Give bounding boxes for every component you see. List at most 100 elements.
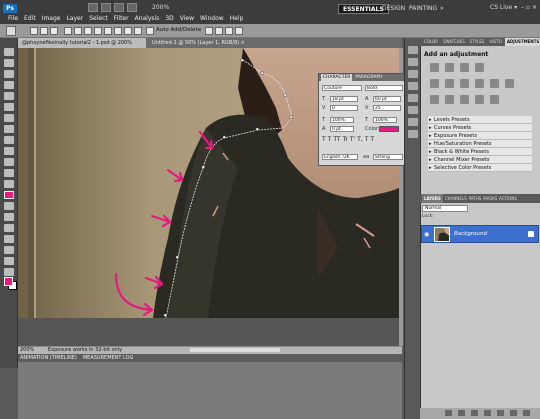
black-white-icon[interactable] bbox=[474, 79, 484, 88]
link-layers-icon[interactable] bbox=[445, 410, 452, 416]
tab-measurement-log[interactable]: MEASUREMENT LOG bbox=[83, 354, 134, 362]
mini-bridge-icon[interactable] bbox=[101, 3, 111, 12]
rounded-rect-shape-icon[interactable] bbox=[94, 27, 102, 35]
hand-tool-icon[interactable] bbox=[4, 257, 14, 265]
tab-character[interactable]: CHARACTER bbox=[321, 74, 353, 81]
fill-pixels-icon[interactable] bbox=[50, 27, 58, 35]
layer-mask-icon[interactable] bbox=[471, 410, 478, 416]
menu-help[interactable]: Help bbox=[230, 15, 244, 22]
font-family-select[interactable]: Couture bbox=[322, 85, 362, 91]
all-caps-button[interactable]: TT bbox=[333, 136, 340, 143]
clone-source-panel-icon[interactable] bbox=[408, 94, 418, 102]
paths-icon[interactable] bbox=[40, 27, 48, 35]
healing-brush-tool-icon[interactable] bbox=[4, 114, 14, 122]
tab-paragraph[interactable]: PARAGRAPH bbox=[355, 74, 382, 81]
language-select[interactable]: English: UK bbox=[322, 154, 358, 160]
selective-color-icon[interactable] bbox=[489, 95, 499, 104]
layer-row-background[interactable]: ◉ Background bbox=[421, 225, 539, 243]
faux-bold-button[interactable]: T bbox=[322, 136, 326, 143]
window-controls[interactable]: – ▫ × bbox=[521, 4, 537, 11]
tab-layers[interactable]: LAYERS bbox=[422, 194, 443, 203]
menu-edit[interactable]: Edit bbox=[24, 15, 36, 22]
preset-black-white[interactable]: Black & White Presets bbox=[428, 148, 532, 156]
font-size-field[interactable]: 18 pt bbox=[330, 96, 358, 102]
vibrance-icon[interactable] bbox=[430, 79, 439, 88]
zoom-level-icon[interactable] bbox=[127, 3, 137, 12]
menu-view[interactable]: View bbox=[180, 15, 194, 22]
freeform-pen-icon[interactable] bbox=[74, 27, 82, 35]
adjustment-layer-icon[interactable] bbox=[484, 410, 491, 416]
marquee-tool-icon[interactable] bbox=[4, 59, 14, 67]
menu-3d[interactable]: 3D bbox=[165, 15, 173, 22]
ellipse-shape-icon[interactable] bbox=[104, 27, 112, 35]
menu-analysis[interactable]: Analysis bbox=[135, 15, 160, 22]
pen-tool-icon[interactable] bbox=[4, 191, 14, 199]
blend-mode-select[interactable]: Normal bbox=[422, 205, 468, 212]
3d-orbit-tool-icon[interactable] bbox=[4, 246, 14, 254]
path-subtract-icon[interactable] bbox=[215, 27, 223, 35]
tab-masks[interactable]: MASKS bbox=[483, 194, 497, 203]
preset-hue-saturation[interactable]: Hue/Saturation Presets bbox=[428, 140, 532, 148]
tab-color[interactable]: COLOR bbox=[422, 38, 440, 46]
new-group-icon[interactable] bbox=[497, 410, 504, 416]
levels-icon[interactable] bbox=[444, 63, 454, 72]
preset-levels[interactable]: Levels Presets bbox=[428, 116, 532, 124]
lasso-tool-icon[interactable] bbox=[4, 70, 14, 78]
preset-channel-mixer[interactable]: Channel Mixer Presets bbox=[428, 156, 532, 164]
menu-image[interactable]: Image bbox=[42, 15, 61, 22]
leading-field[interactable]: 60 pt bbox=[373, 96, 401, 102]
info-panel-icon[interactable] bbox=[408, 70, 418, 78]
bridge-icon[interactable] bbox=[88, 3, 98, 12]
menu-layer[interactable]: Layer bbox=[66, 15, 83, 22]
posterize-icon[interactable] bbox=[444, 95, 454, 104]
exposure-icon[interactable] bbox=[474, 63, 484, 72]
mini-bridge-panel-icon[interactable] bbox=[408, 46, 418, 54]
gradient-map-icon[interactable] bbox=[474, 95, 484, 104]
menu-file[interactable]: File bbox=[8, 15, 18, 22]
cs-live-label[interactable]: CS Live ▾ bbox=[490, 4, 517, 11]
status-zoom[interactable]: 200% bbox=[20, 347, 34, 353]
brush-tool-icon[interactable] bbox=[4, 125, 14, 133]
menu-select[interactable]: Select bbox=[89, 15, 108, 22]
path-selection-tool-icon[interactable] bbox=[4, 213, 14, 221]
type-tool-icon[interactable] bbox=[4, 202, 14, 210]
shape-layers-icon[interactable] bbox=[30, 27, 38, 35]
invert-icon[interactable] bbox=[430, 95, 439, 104]
strikethrough-button[interactable]: T bbox=[370, 136, 374, 143]
path-add-icon[interactable] bbox=[205, 27, 213, 35]
3d-rotate-tool-icon[interactable] bbox=[4, 235, 14, 243]
delete-layer-icon[interactable] bbox=[523, 410, 530, 416]
preset-curves[interactable]: Curves Presets bbox=[428, 124, 532, 132]
custom-shape-icon[interactable] bbox=[134, 27, 142, 35]
tracking-field[interactable]: 25 bbox=[373, 105, 401, 111]
layer-style-icon[interactable] bbox=[458, 410, 465, 416]
history-brush-tool-icon[interactable] bbox=[4, 147, 14, 155]
view-extras-icon[interactable] bbox=[114, 3, 124, 12]
brightness-contrast-icon[interactable] bbox=[430, 63, 439, 72]
character-panel-icon[interactable] bbox=[408, 106, 418, 114]
document-tab-untitled[interactable]: Untitled-1 @ 50% (Layer 1, RGB/8) × bbox=[148, 38, 268, 48]
kerning-field[interactable]: 0 bbox=[330, 105, 358, 111]
color-balance-icon[interactable] bbox=[459, 79, 469, 88]
zoom-tool-icon[interactable] bbox=[4, 268, 14, 276]
tab-actions[interactable]: ACTIONS bbox=[499, 194, 517, 203]
tab-channels[interactable]: CHANNELS bbox=[445, 194, 467, 203]
superscript-button[interactable]: T' bbox=[350, 136, 355, 143]
pen-tool-option-icon[interactable] bbox=[64, 27, 72, 35]
tab-swatches[interactable]: SWATCHES bbox=[441, 38, 467, 46]
workspace-more-button[interactable]: » bbox=[436, 4, 448, 14]
menu-window[interactable]: Window bbox=[200, 15, 224, 22]
path-exclude-icon[interactable] bbox=[235, 27, 243, 35]
blur-tool-icon[interactable] bbox=[4, 180, 14, 188]
cs-live[interactable]: CS Live ▾ – ▫ × bbox=[490, 4, 537, 11]
path-intersect-icon[interactable] bbox=[225, 27, 233, 35]
notes-panel-icon[interactable] bbox=[408, 130, 418, 138]
canvas-horizontal-scrollbar[interactable] bbox=[190, 348, 280, 352]
text-color-swatch[interactable] bbox=[379, 126, 399, 132]
status-info[interactable]: Exposure works in 32-bit only bbox=[48, 347, 122, 353]
history-panel-icon[interactable] bbox=[408, 58, 418, 66]
brushes-panel-icon[interactable] bbox=[408, 82, 418, 90]
tab-paths[interactable]: PATHS bbox=[469, 194, 482, 203]
crop-tool-icon[interactable] bbox=[4, 92, 14, 100]
paragraph-panel-icon[interactable] bbox=[408, 118, 418, 126]
